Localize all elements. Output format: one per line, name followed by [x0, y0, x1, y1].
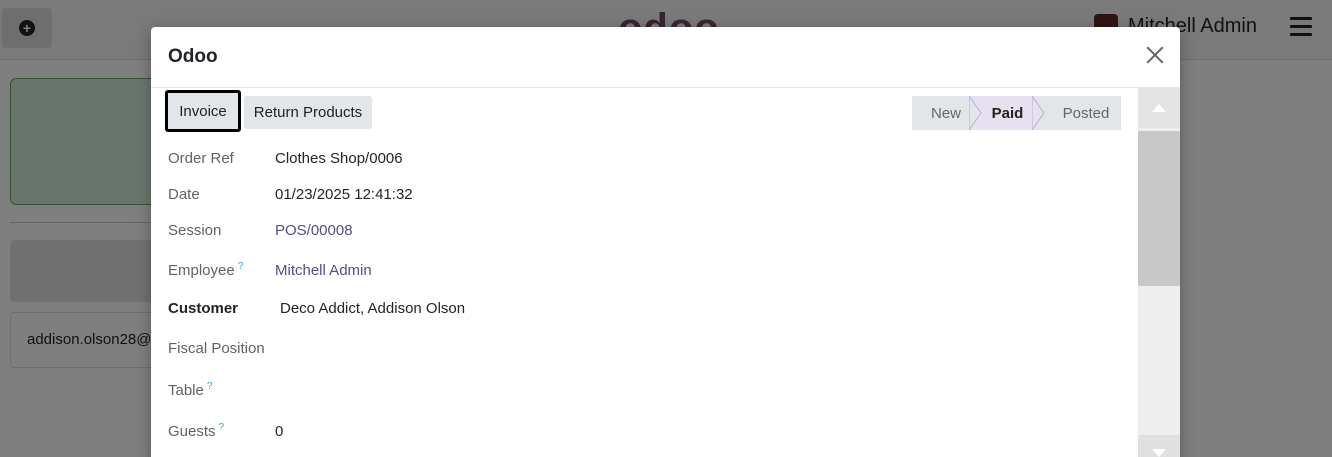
dialog-scrollbar[interactable]	[1138, 88, 1180, 457]
status-stage-new[interactable]: New	[912, 96, 970, 130]
stage-arrow-icon	[1032, 96, 1045, 130]
help-icon[interactable]: ?	[238, 261, 244, 272]
field-value: 01/23/2025 12:41:32	[275, 186, 413, 203]
status-stage-label: Posted	[1062, 104, 1110, 122]
dialog-body: Invoice Return Products New Paid Posted …	[151, 88, 1138, 457]
status-stage-posted[interactable]: Posted	[1033, 96, 1121, 130]
scrollbar-thumb[interactable]	[1138, 131, 1180, 286]
field-value: Clothes Shop/0006	[275, 150, 403, 167]
field-label: Guests?	[168, 422, 225, 440]
field-label: Order Ref	[168, 150, 234, 167]
field-session: Session POS/00008	[168, 222, 353, 239]
field-date: Date 01/23/2025 12:41:32	[168, 186, 413, 203]
help-icon[interactable]: ?	[207, 381, 213, 392]
employee-link[interactable]: Mitchell Admin	[275, 262, 372, 279]
status-stage-label: Paid	[991, 104, 1024, 122]
field-label: Fiscal Position	[168, 340, 265, 357]
scroll-down-button[interactable]	[1138, 435, 1180, 457]
field-guests: Guests? 0	[168, 422, 283, 440]
status-stage-paid[interactable]: Paid	[969, 96, 1045, 130]
field-label: Date	[168, 186, 200, 203]
invoice-button[interactable]: Invoice	[165, 90, 241, 132]
help-icon[interactable]: ?	[219, 422, 225, 433]
session-link[interactable]: POS/00008	[275, 222, 353, 239]
stage-arrow-icon	[969, 96, 982, 130]
status-bar: New Paid Posted	[912, 96, 1121, 130]
field-label: Table?	[168, 381, 213, 399]
field-label: Customer	[168, 300, 239, 317]
status-stage-label: New	[930, 104, 961, 122]
dialog-header: Odoo	[151, 27, 1180, 88]
field-order-ref: Order Ref Clothes Shop/0006	[168, 150, 403, 167]
customer-field[interactable]: Deco Addict, Addison Olson	[275, 300, 465, 317]
chevron-down-icon	[1152, 449, 1166, 457]
field-employee: Employee? Mitchell Admin	[168, 261, 372, 279]
return-products-button[interactable]: Return Products	[244, 96, 372, 129]
field-customer: Customer Deco Addict, Addison Olson	[168, 300, 465, 317]
field-label: Employee?	[168, 261, 244, 279]
chevron-up-icon	[1152, 104, 1166, 112]
field-table: Table?	[168, 381, 275, 399]
field-label: Session	[168, 222, 222, 239]
scroll-up-button[interactable]	[1138, 88, 1180, 128]
order-dialog: Odoo Invoice Return Products New Paid Po…	[151, 27, 1180, 457]
close-icon[interactable]	[1144, 44, 1166, 66]
dialog-title: Odoo	[168, 46, 218, 67]
field-value: 0	[275, 422, 284, 440]
field-fiscal-position: Fiscal Position	[168, 340, 328, 357]
